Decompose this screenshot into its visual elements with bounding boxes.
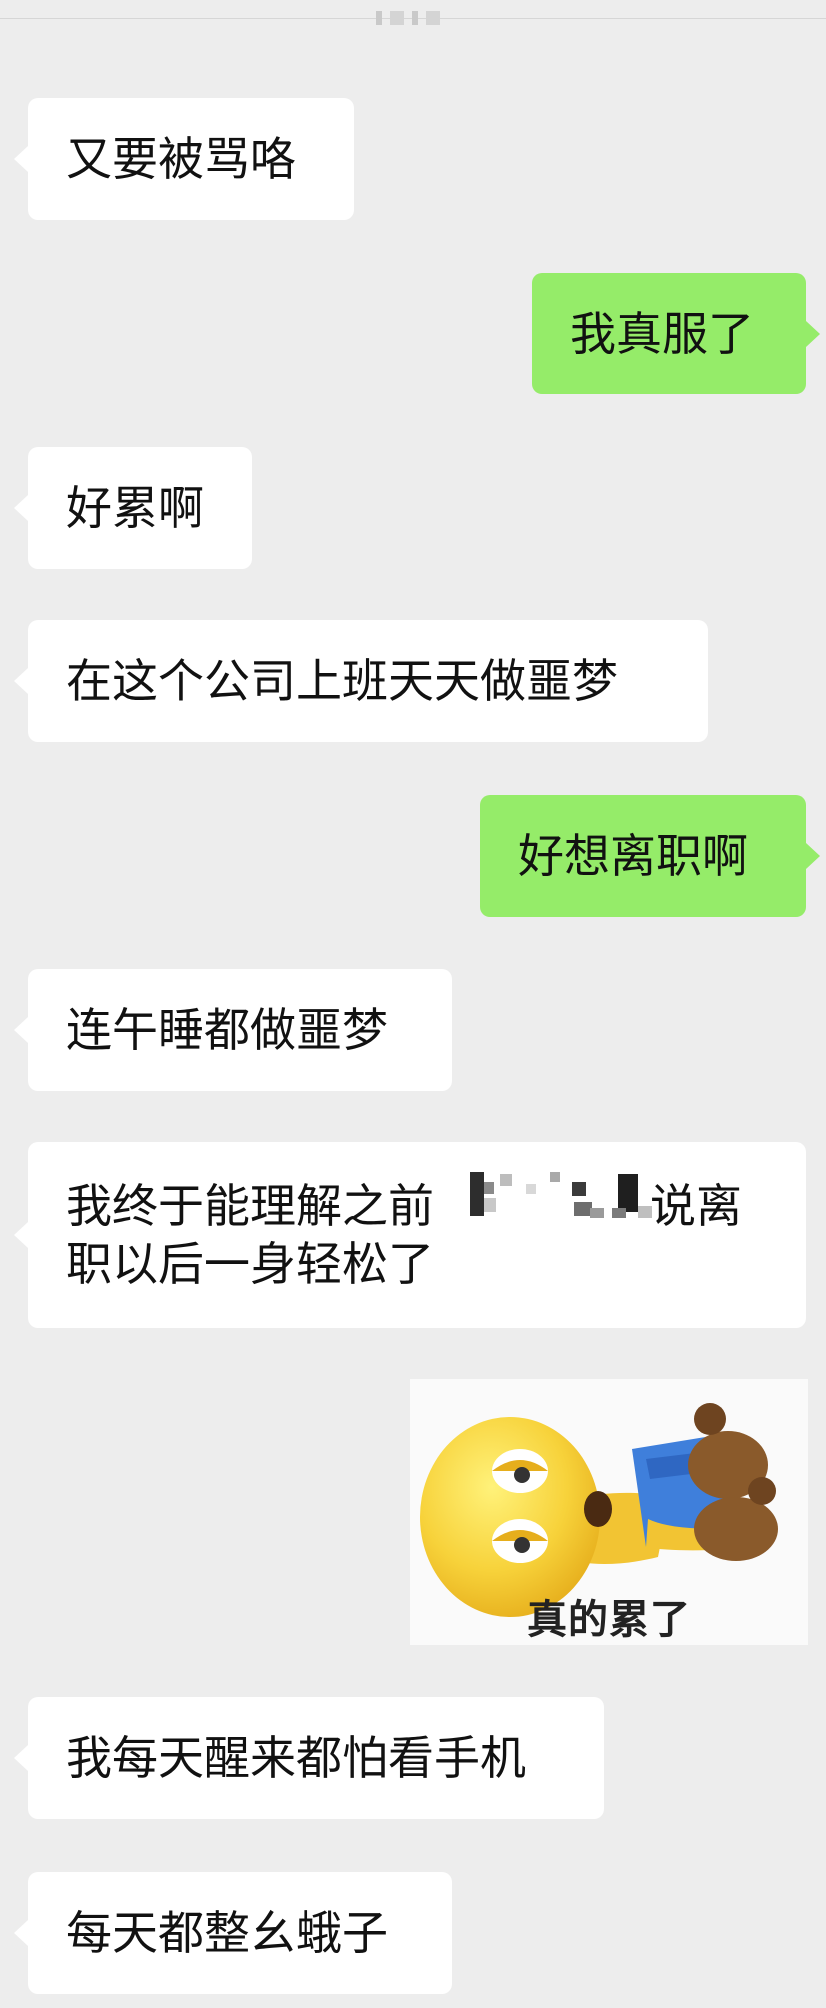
sticker-message[interactable]: 真的累了	[410, 1379, 808, 1645]
message-text: 我每天醒来都怕看手机	[66, 1731, 526, 1785]
message-bubble-incoming[interactable]: 连午睡都做噩梦	[14, 969, 452, 1091]
message-bubble-incoming[interactable]: 好累啊	[14, 447, 252, 569]
message-text: 好想离职啊	[518, 829, 748, 883]
message-bubble-outgoing[interactable]: 我真服了	[532, 273, 820, 394]
message-text-part: 我终于能理解之前	[66, 1179, 434, 1233]
message-bubble-incoming[interactable]: 我终于能理解之前 说离 职以后一身轻松了	[14, 1142, 806, 1328]
message-text: 好累啊	[66, 481, 204, 535]
message-line: 我终于能理解之前 说离	[66, 1177, 806, 1235]
message-text: 在这个公司上班天天做噩梦	[66, 654, 618, 708]
sticker-caption: 真的累了	[527, 1597, 691, 1643]
message-text: 我真服了	[570, 306, 754, 361]
message-bubble-outgoing[interactable]: 好想离职啊	[480, 795, 820, 917]
message-bubble-incoming[interactable]: 在这个公司上班天天做噩梦	[14, 620, 708, 742]
censored-name-mosaic	[470, 1168, 670, 1228]
message-bubble-incoming[interactable]: 又要被骂咯	[14, 98, 354, 220]
message-text: 又要被骂咯	[66, 132, 296, 186]
message-bubble-incoming[interactable]: 每天都整幺蛾子	[14, 1872, 452, 1994]
message-line: 职以后一身轻松了	[66, 1237, 434, 1291]
status-indicator	[376, 8, 466, 28]
message-text: 我终于能理解之前 说离 职以后一身轻松了	[66, 1142, 806, 1363]
message-text: 每天都整幺蛾子	[66, 1906, 388, 1960]
message-bubble-incoming[interactable]: 我每天醒来都怕看手机	[14, 1697, 604, 1819]
message-text: 连午睡都做噩梦	[66, 1003, 388, 1057]
